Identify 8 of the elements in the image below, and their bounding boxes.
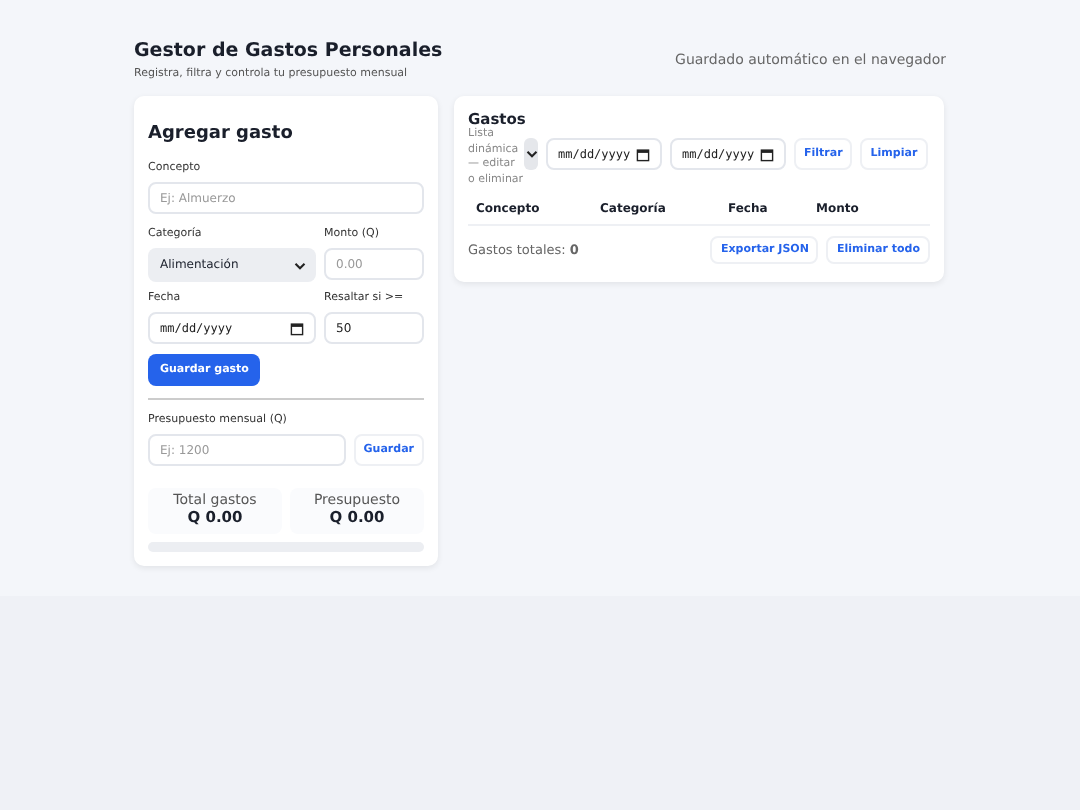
calendar-icon xyxy=(760,147,774,161)
caret-icon xyxy=(525,150,537,158)
card-title: Agregar gasto xyxy=(148,124,295,144)
app-title: Gestor de Gastos Personales xyxy=(134,40,443,62)
category-filter-dropdown[interactable] xyxy=(524,138,538,170)
calendar-icon xyxy=(636,147,650,161)
calendar-icon xyxy=(290,321,304,335)
caret-icon xyxy=(294,261,306,269)
